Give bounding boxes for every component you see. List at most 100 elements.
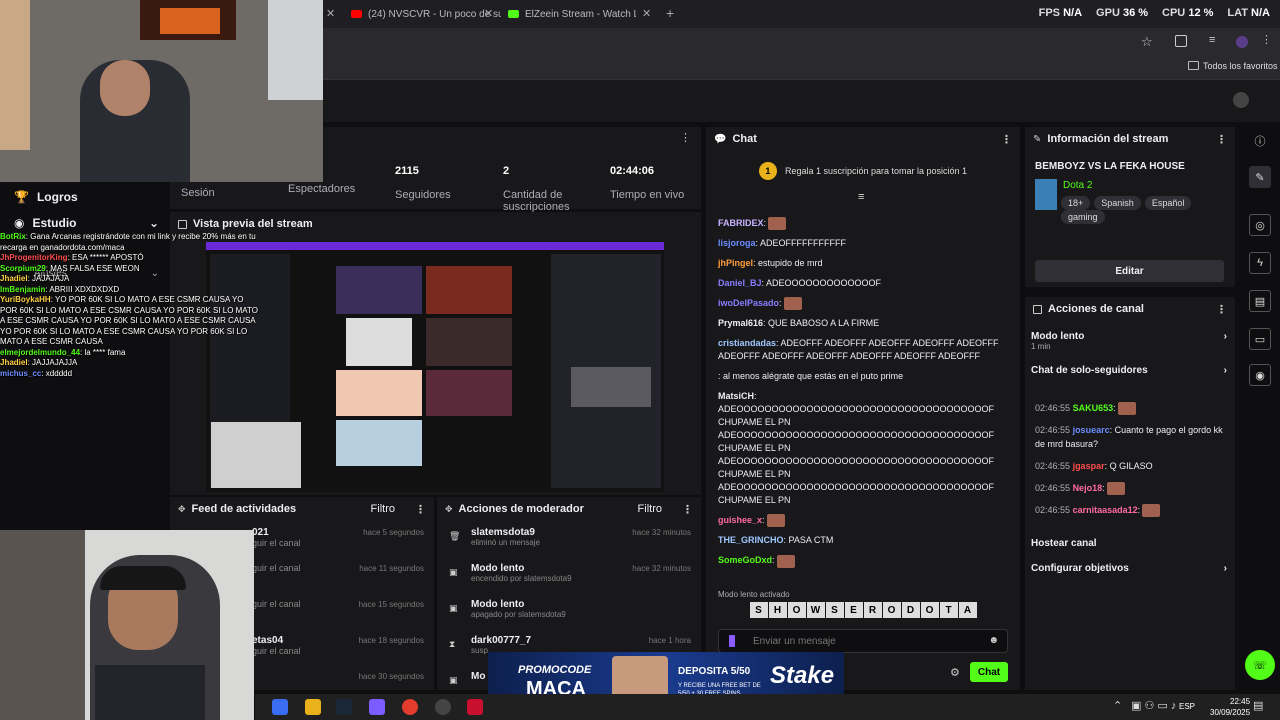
obs-icon[interactable] <box>369 699 385 715</box>
chevron-right-icon: › <box>1223 365 1227 376</box>
tray-icons[interactable]: ▣ ⚇ ▭ ♪ <box>1131 699 1176 712</box>
chat-icon[interactable]: ▭ <box>1249 328 1271 350</box>
stream-video[interactable] <box>206 242 664 492</box>
menu-icon[interactable]: ⋮ <box>1261 33 1272 46</box>
chat-username[interactable]: THE_GRINCHO <box>718 535 784 545</box>
mod-title: Acciones de moderador <box>458 503 584 515</box>
chat-username[interactable]: FABRIDEX <box>718 218 764 228</box>
expand-icon[interactable] <box>178 219 187 229</box>
mod-item[interactable]: ▣ Modo lento apagado por slatemsdota9 <box>437 593 701 629</box>
chat-username[interactable]: josuearc <box>1073 425 1110 435</box>
chat-username[interactable]: guishee_x <box>718 515 762 525</box>
app-icon[interactable] <box>467 699 483 715</box>
mod-item[interactable]: 🗑 slatemsdota9 eliminó un mensaje hace 32 m… <box>437 521 701 557</box>
profile-avatar[interactable] <box>1236 36 1248 48</box>
mod-action-icon: ▣ <box>449 603 458 613</box>
gear-icon[interactable]: ⚙ <box>950 666 960 679</box>
close-icon[interactable]: ✕ <box>326 7 335 20</box>
tag-pill[interactable]: Spanish <box>1094 196 1141 210</box>
overlay-chat-link[interactable]: ganadordota.com/maca <box>40 243 124 252</box>
host-channel-row[interactable]: Hostear canal <box>1025 538 1235 549</box>
chevron-down-icon: ⌄ <box>148 216 159 230</box>
chat-username[interactable]: cristiandadas <box>718 338 776 348</box>
overlay-chat-line: Jhadiel: JAJJAJAJJA <box>0 358 78 367</box>
user-avatar[interactable] <box>1233 92 1249 108</box>
clock[interactable]: 22:45 30/09/2025 <box>1210 696 1250 718</box>
webcam-bottom <box>0 530 254 720</box>
chat-username[interactable]: jhPingel <box>718 258 753 268</box>
pencil-icon: ✎ <box>1033 133 1042 145</box>
close-icon[interactable]: ✕ <box>484 7 493 20</box>
copilot-icon[interactable] <box>272 699 288 715</box>
followers-stat: 2115 Seguidores <box>395 165 451 201</box>
logros-menu[interactable]: 🏆 Logros <box>14 190 78 204</box>
bookmarks-folder[interactable]: Todos los favoritos <box>1203 61 1278 71</box>
mod-filter-button[interactable]: Filtro <box>638 503 662 515</box>
new-tab-button[interactable]: + <box>666 5 674 21</box>
configure-goals-row[interactable]: Configurar objetivos › <box>1025 563 1235 574</box>
slow-mode-row[interactable]: Modo lento › 1 min <box>1025 331 1235 351</box>
pencil-icon[interactable]: ✎ <box>1249 166 1271 188</box>
kebab-icon[interactable]: ⋮ <box>680 131 691 144</box>
mod-item[interactable]: ▣ Modo lento encendido por slatemsdota9 hac… <box>437 557 701 593</box>
lightning-icon[interactable]: ϟ <box>1249 252 1271 274</box>
pinned-icon[interactable]: ≡ <box>858 191 864 203</box>
expand-icon[interactable]: ✥ <box>178 504 186 515</box>
kebab-icon[interactable]: ⋮ <box>682 503 693 516</box>
rank-badge: 1 <box>758 162 777 180</box>
chat-username[interactable]: iwoDelPasado <box>718 298 779 308</box>
chat-username[interactable]: Prymal616 <box>718 318 763 328</box>
address-bar[interactable]: ☆ ≡ ⋮ <box>323 28 1280 56</box>
star-icon[interactable]: ☆ <box>1141 34 1153 50</box>
chat-username[interactable]: lisjoroga <box>718 238 756 248</box>
emote-icon[interactable]: ☻ <box>988 635 999 646</box>
chat-username[interactable]: jgaspar <box>1073 461 1105 471</box>
overlay-letter: T <box>939 602 958 618</box>
expand-icon[interactable] <box>1033 304 1042 314</box>
support-icon[interactable]: ☏ <box>1245 650 1275 680</box>
feed-filter-button[interactable]: Filtro <box>371 503 395 515</box>
browser-tab-1[interactable]: (24) NVSCVR - Un poco de su <box>351 4 501 24</box>
extensions-icon[interactable] <box>1175 35 1187 47</box>
send-chat-button[interactable]: Chat <box>970 662 1008 682</box>
category-link[interactable]: Dota 2 <box>1063 180 1092 191</box>
kebab-icon[interactable]: ⋮ <box>415 503 426 516</box>
chat-username[interactable]: carnitaasada12 <box>1073 505 1138 515</box>
info-icon[interactable]: ⓘ <box>1249 130 1271 152</box>
followers-only-row[interactable]: Chat de solo-seguidores › <box>1025 365 1235 376</box>
clipboard-icon[interactable]: ▤ <box>1249 290 1271 312</box>
session-label: Sesión <box>181 187 215 199</box>
app-icon[interactable] <box>435 699 451 715</box>
expand-icon[interactable]: ✥ <box>445 504 453 515</box>
language-indicator[interactable]: ESP <box>1179 702 1195 711</box>
kebab-icon[interactable]: ⋮ <box>1216 303 1227 316</box>
chat-message: lisjoroga: ADEOFFFFFFFFFFF <box>718 238 846 249</box>
tag-pill[interactable]: 18+ <box>1061 196 1091 210</box>
chrome-icon[interactable] <box>402 699 418 715</box>
playlist-icon[interactable]: ≡ <box>1209 34 1215 46</box>
slow-mode-notice: Modo lento activado <box>718 590 790 599</box>
chat-input[interactable]: Enviar un mensaje ☻ <box>718 629 1008 653</box>
mini-chat: 02:46:55 SAKU653: 02:46:55 josuearc: Cuan… <box>1035 401 1231 525</box>
target-icon[interactable]: ◎ <box>1249 214 1271 236</box>
kebab-icon[interactable]: ⋮ <box>1001 133 1012 146</box>
file-explorer-icon[interactable] <box>305 699 321 715</box>
chevron-up-icon[interactable]: ⌃ <box>1113 699 1122 712</box>
chat-username[interactable]: SomeGoDxd <box>718 555 772 565</box>
category-thumbnail <box>1035 179 1057 210</box>
edit-button[interactable]: Editar <box>1035 260 1224 282</box>
tag-pill[interactable]: gaming <box>1061 210 1105 224</box>
chat-username[interactable]: Nejo18 <box>1073 483 1103 493</box>
notifications-icon[interactable]: ▤ <box>1253 699 1263 712</box>
steam-icon[interactable] <box>336 699 352 715</box>
chat-username[interactable]: MatsiCH <box>718 391 754 401</box>
tag-pill[interactable]: Español <box>1144 196 1192 210</box>
chat-username[interactable]: Daniel_BJ <box>718 278 762 288</box>
estudio-menu[interactable]: ◉ Estudio ⌄ <box>14 216 159 230</box>
browser-tab-2[interactable]: ElZeein Stream - Watch Live on <box>508 4 636 24</box>
gift-banner[interactable]: 1 Regala 1 suscripción para tomar la pos… <box>706 155 1020 187</box>
close-icon[interactable]: ✕ <box>642 7 651 20</box>
broadcast-icon[interactable]: ◉ <box>1249 364 1271 386</box>
kebab-icon[interactable]: ⋮ <box>1216 133 1227 146</box>
chat-username[interactable]: SAKU653 <box>1073 403 1114 413</box>
